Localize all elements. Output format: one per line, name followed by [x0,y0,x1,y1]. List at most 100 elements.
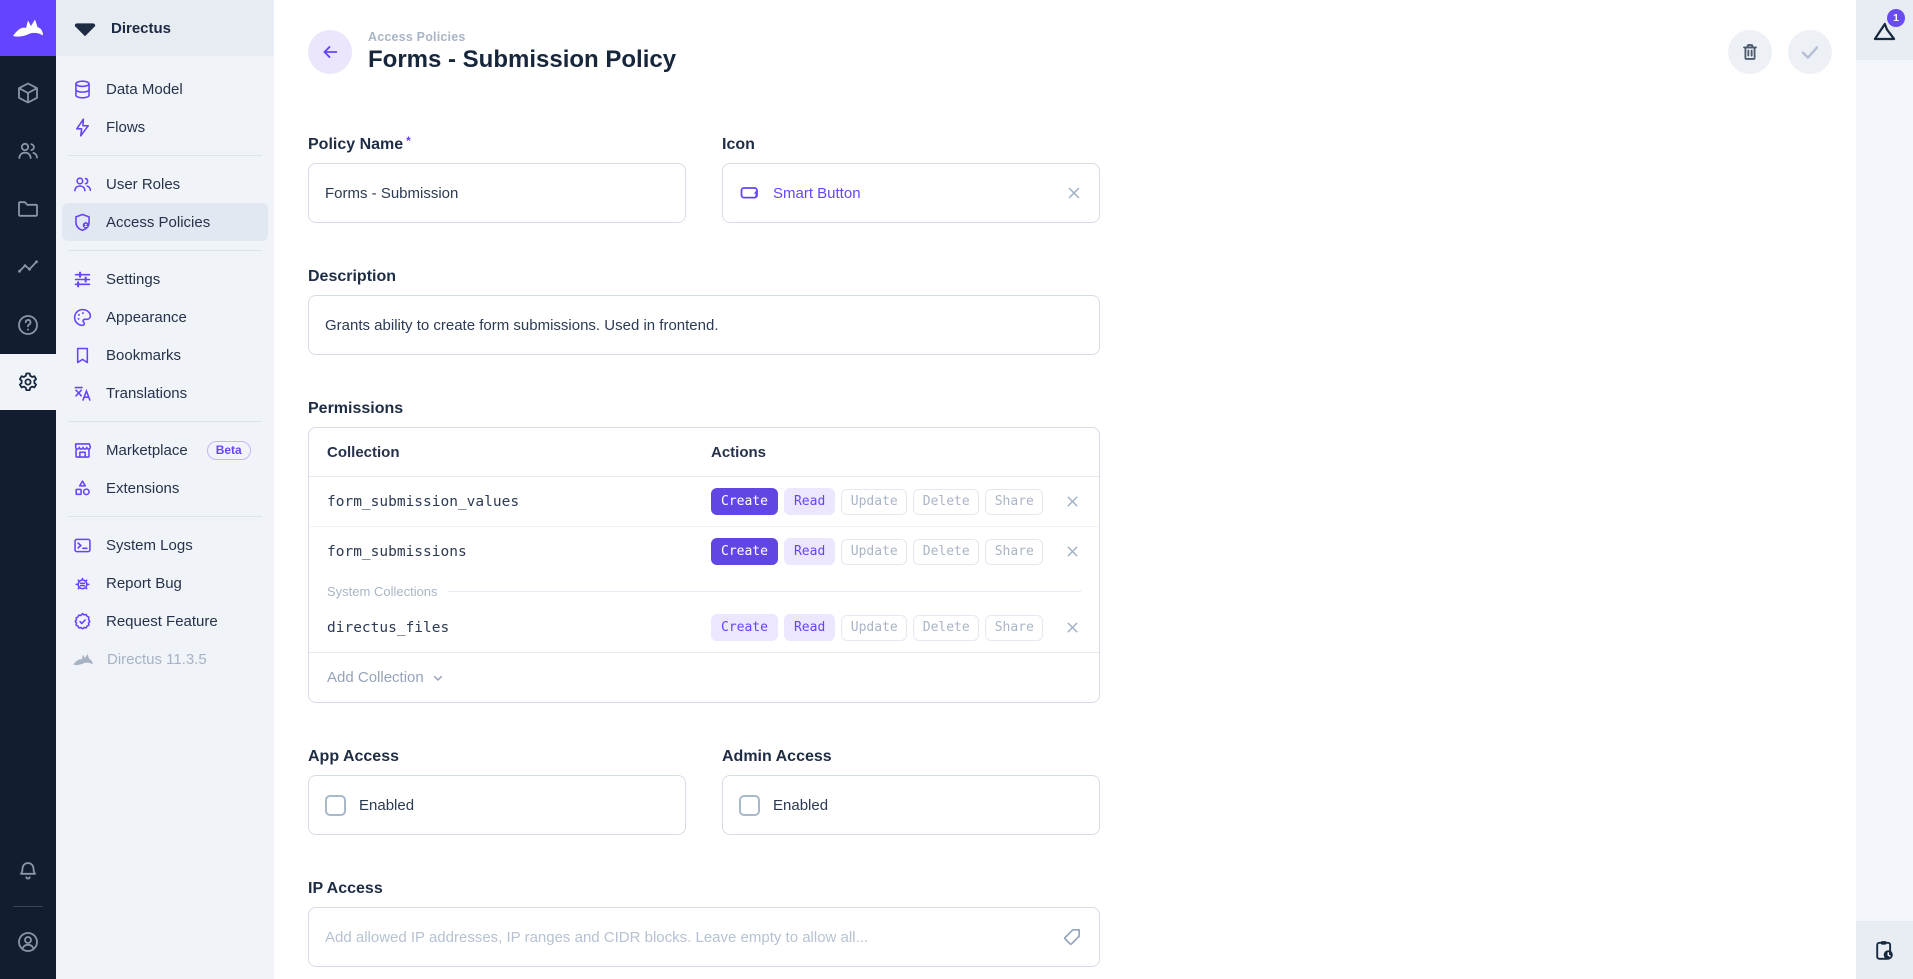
remove-collection-x[interactable] [1064,493,1081,510]
palette-icon [72,307,93,328]
rabbit-mini-icon [72,651,94,668]
remove-collection-x[interactable] [1064,619,1081,636]
page-title: Forms - Submission Policy [368,46,676,74]
storefront-icon [72,440,93,461]
shield-policy-icon [72,212,93,233]
system-collections-divider: System Collections [309,576,1099,603]
permission-row: form_submission_values Create Read Updat… [309,477,1099,527]
project-icon [72,17,98,39]
user-roles-icon [72,174,93,195]
update-permission-badge[interactable]: Update [841,539,907,565]
lightning-icon [72,117,93,138]
policy-name-field: Policy Name* [308,136,686,223]
admin-access-field: Admin Access Enabled [722,748,1100,835]
beta-badge: Beta [207,441,251,460]
icon-select[interactable]: Smart Button [722,163,1100,223]
share-permission-badge[interactable]: Share [985,539,1043,565]
create-permission-badge[interactable]: Create [711,538,778,565]
directus-rabbit-icon [11,15,45,41]
smart-button-icon [739,181,763,205]
nav-item-marketplace[interactable]: Marketplace Beta [62,431,268,469]
nav-item-access-policies[interactable]: Access Policies [62,203,268,241]
nav-item-translations[interactable]: Translations [62,374,268,412]
version-label: Directus 11.3.5 [62,640,268,678]
nav-divider [68,421,262,422]
permission-row: form_submissions Create Read Update Dele… [309,527,1099,576]
breadcrumb[interactable]: Access Policies [368,30,676,44]
nav-item-appearance[interactable]: Appearance [62,298,268,336]
policy-name-label: Policy Name* [308,136,686,154]
permissions-table: Collection Actions form_submission_value… [308,427,1100,703]
settings-module-icon[interactable] [0,354,56,410]
create-permission-badge[interactable]: Create [711,614,778,641]
users-module-icon[interactable] [0,122,56,180]
right-sidebar: 1 [1856,0,1913,979]
nav-item-flows[interactable]: Flows [62,108,268,146]
create-permission-badge[interactable]: Create [711,488,778,515]
database-icon [72,79,93,100]
content-module-icon[interactable] [0,64,56,122]
app-access-toggle[interactable]: Enabled [308,775,686,835]
tag-icon[interactable] [1061,926,1083,948]
description-input[interactable]: Grants ability to create form submission… [308,295,1100,355]
delete-permission-badge[interactable]: Delete [913,615,979,641]
bookmark-icon [72,345,93,366]
update-permission-badge[interactable]: Update [841,615,907,641]
checkbox-unchecked-icon[interactable] [739,795,760,816]
header-actions [1728,30,1832,74]
chevron-down-icon [430,670,446,686]
collection-column-header: Collection [327,444,711,461]
share-permission-badge[interactable]: Share [985,615,1043,641]
permissions-header-row: Collection Actions [309,428,1099,477]
read-permission-badge[interactable]: Read [784,614,835,641]
notifications-tray-button[interactable]: 1 [1856,0,1913,60]
policy-name-input[interactable] [325,185,669,202]
page-header: Access Policies Forms - Submission Polic… [274,0,1856,74]
ip-access-field: IP Access [308,880,1104,967]
admin-access-toggle[interactable]: Enabled [722,775,1100,835]
nav-divider [68,516,262,517]
nav-item-extensions[interactable]: Extensions [62,469,268,507]
app-access-label: App Access [308,748,686,766]
nav-item-report-bug[interactable]: Report Bug [62,564,268,602]
activity-drawer-button[interactable] [1856,921,1913,979]
docs-module-icon[interactable] [0,296,56,354]
ip-access-input[interactable] [325,929,1061,946]
module-bar-divider [13,906,43,907]
update-permission-badge[interactable]: Update [841,489,907,515]
share-permission-badge[interactable]: Share [985,489,1043,515]
module-bar [0,0,56,979]
nav-item-bookmarks[interactable]: Bookmarks [62,336,268,374]
policy-form: Policy Name* Icon Smart Button [274,74,1104,979]
save-button[interactable] [1788,30,1832,74]
notifications-bell-icon[interactable] [0,842,56,900]
read-permission-badge[interactable]: Read [784,488,835,515]
clear-icon-x[interactable] [1065,184,1083,202]
files-module-icon[interactable] [0,180,56,238]
read-permission-badge[interactable]: Read [784,538,835,565]
delete-permission-badge[interactable]: Delete [913,489,979,515]
nav-item-request-feature[interactable]: Request Feature [62,602,268,640]
add-collection-button[interactable]: Add Collection [309,652,1099,702]
clipboard-clock-icon [1872,938,1897,963]
nav-item-system-logs[interactable]: System Logs [62,526,268,564]
nav-divider [68,155,262,156]
seal-check-icon [72,611,93,632]
remove-collection-x[interactable] [1064,543,1081,560]
checkbox-unchecked-icon[interactable] [325,795,346,816]
settings-nav-panel: Directus Data Model Flows User Roles Acc… [56,0,274,979]
project-switcher[interactable]: Directus [56,0,274,56]
nav-item-settings[interactable]: Settings [62,260,268,298]
delete-button[interactable] [1728,30,1772,74]
permission-row: directus_files Create Read Update Delete… [309,603,1099,652]
extensions-icon [72,478,93,499]
delete-permission-badge[interactable]: Delete [913,539,979,565]
back-button[interactable] [308,30,352,74]
directus-logo[interactable] [0,0,56,56]
nav-item-data-model[interactable]: Data Model [62,70,268,108]
account-icon[interactable] [0,913,56,971]
nav-item-user-roles[interactable]: User Roles [62,165,268,203]
insights-module-icon[interactable] [0,238,56,296]
actions-column-header: Actions [711,444,766,461]
main-content: Access Policies Forms - Submission Polic… [274,0,1856,979]
